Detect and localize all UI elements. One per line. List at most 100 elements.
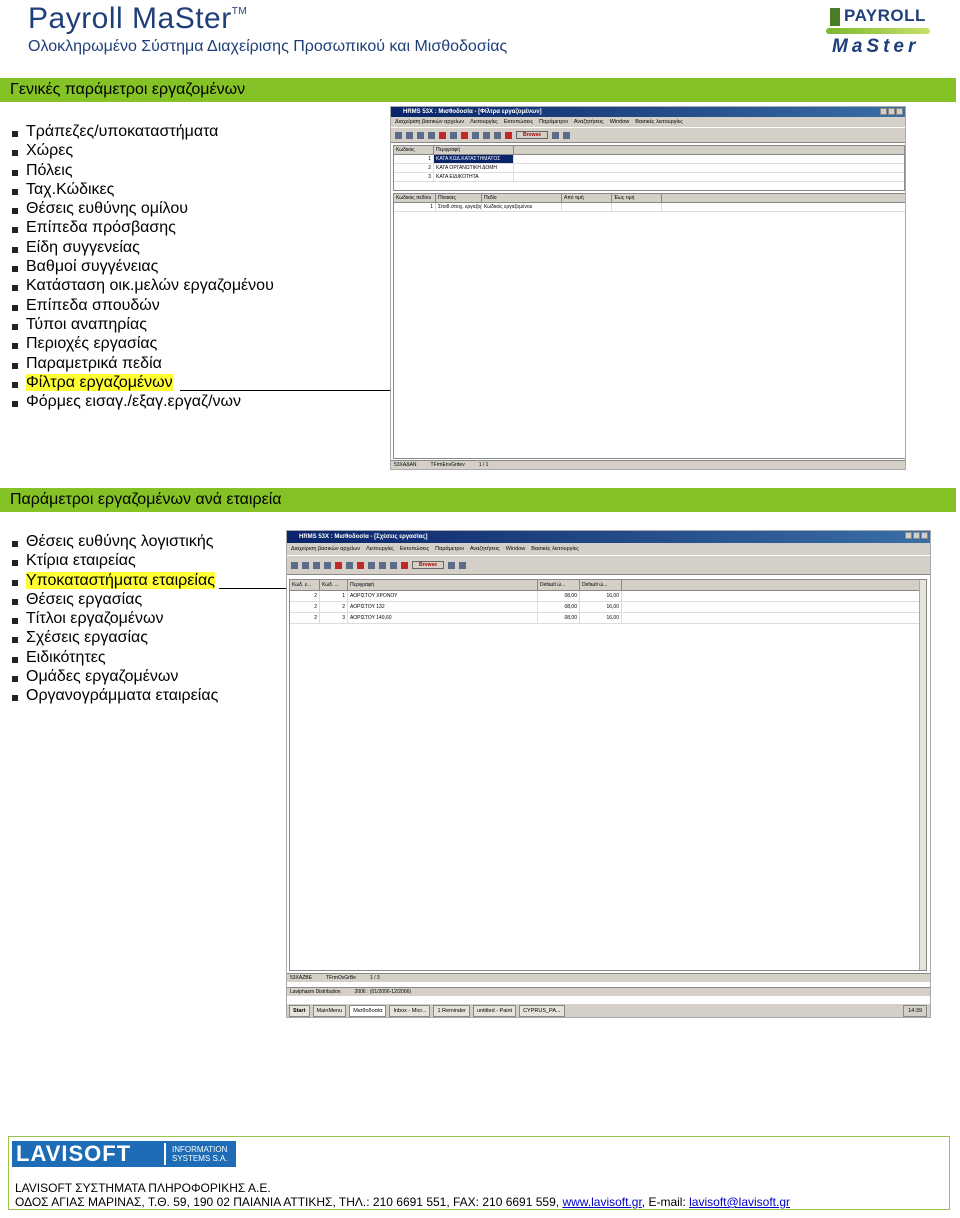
- table-row[interactable]: 1 Στοιθ.στοιχ. εργαζομέ Κωδικός εργαζομένο…: [394, 203, 905, 212]
- website-link[interactable]: www.lavisoft.gr: [562, 1195, 641, 1209]
- browse-button[interactable]: Browse: [516, 131, 549, 139]
- minimize-icon[interactable]: [905, 532, 912, 539]
- list-item[interactable]: Ομάδες εργαζομένων: [12, 667, 218, 686]
- maximize-icon[interactable]: [888, 108, 895, 115]
- delete-icon[interactable]: [357, 561, 364, 569]
- close-icon[interactable]: [921, 532, 928, 539]
- column-header[interactable]: Έως τιμή: [612, 194, 662, 202]
- calc-icon[interactable]: [448, 561, 456, 569]
- vertical-scrollbar[interactable]: [919, 580, 926, 970]
- save-icon[interactable]: [459, 561, 467, 569]
- table-row[interactable]: 2 ΚΑΤΑ ΟΡΓΑΝΩΤΙΚΗ ΔΟΜΗ: [394, 164, 904, 173]
- column-header[interactable]: Περιγραφή: [434, 146, 514, 154]
- menu-item[interactable]: Αναζητήσεις: [470, 546, 500, 552]
- last-record-icon[interactable]: [428, 131, 435, 139]
- print-icon[interactable]: [390, 561, 397, 569]
- list-item[interactable]: Βαθμοί συγγένειας: [12, 257, 274, 276]
- list-item[interactable]: Κτίρια εταιρείας: [12, 551, 218, 570]
- table-row[interactable]: 2 2 ΑΟΡΙΣΤΟΥ 132 08,00 16,00: [290, 602, 926, 613]
- menu-item[interactable]: Window: [506, 546, 526, 552]
- list-item[interactable]: Τύποι αναπηρίας: [12, 315, 274, 334]
- start-button[interactable]: Start: [289, 1004, 310, 1017]
- list-item[interactable]: Υποκαταστήματα εταιρείας: [12, 571, 218, 590]
- column-header[interactable]: Κωδικός πεδίου: [394, 194, 436, 202]
- table-row[interactable]: 3 ΚΑΤΑ ΕΙΔΙΚΟΤΗΤΑ: [394, 173, 904, 182]
- table-row[interactable]: 2 3 ΑΟΡΙΣΤΟΥ 149,60 08,00 16,00: [290, 613, 926, 624]
- column-header[interactable]: Πεδίο: [482, 194, 562, 202]
- list-item[interactable]: Σχέσεις εργασίας: [12, 628, 218, 647]
- list-item[interactable]: Κατάσταση οικ.μελών εργαζομένου: [12, 276, 274, 295]
- menu-item[interactable]: Window: [610, 119, 630, 125]
- list-item[interactable]: Είδη συγγενείας: [12, 238, 274, 257]
- add-icon[interactable]: [439, 131, 446, 139]
- stop-icon[interactable]: [401, 561, 408, 569]
- list-item[interactable]: Φόρμες εισαγ./εξαγ.εργαζ/νων: [12, 392, 274, 411]
- prev-record-icon[interactable]: [406, 131, 413, 139]
- taskbar-item[interactable]: CYPRUS_PA...: [519, 1004, 565, 1017]
- column-header[interactable]: Από τιμή: [562, 194, 612, 202]
- add-icon[interactable]: [335, 561, 342, 569]
- column-header[interactable]: Κωδ. ...: [320, 580, 348, 590]
- list-item[interactable]: Ειδικότητες: [12, 648, 218, 667]
- refresh-icon[interactable]: [346, 561, 353, 569]
- first-record-icon[interactable]: [395, 131, 402, 139]
- list-item[interactable]: Τράπεζες/υποκαταστήματα: [12, 122, 274, 141]
- undo-icon[interactable]: [472, 131, 479, 139]
- menu-item[interactable]: Αναζητήσεις: [574, 119, 604, 125]
- column-header[interactable]: Κωδ. ε...: [290, 580, 320, 590]
- table-row[interactable]: 2 1 ΑΟΡΙΣΤΟΥ ΧΡΟΝΟΥ 08,00 16,00: [290, 591, 926, 602]
- next-record-icon[interactable]: [313, 561, 320, 569]
- list-item[interactable]: Πόλεις: [12, 161, 274, 180]
- taskbar-item[interactable]: untitled - Paint: [472, 1004, 517, 1017]
- calc-icon[interactable]: [552, 131, 560, 139]
- close-icon[interactable]: [896, 108, 903, 115]
- menu-item[interactable]: Διαχείριση βασικών αρχείων: [291, 546, 360, 552]
- column-header[interactable]: Πίνακας: [436, 194, 482, 202]
- menu-item[interactable]: Λειτουργίες: [470, 119, 498, 125]
- email-link[interactable]: lavisoft@lavisoft.gr: [689, 1195, 790, 1209]
- list-item[interactable]: Επίπεδα πρόσβασης: [12, 218, 274, 237]
- list-item[interactable]: Χώρες: [12, 141, 274, 160]
- maximize-icon[interactable]: [913, 532, 920, 539]
- list-item[interactable]: Θέσεις ευθύνης λογιστικής: [12, 532, 218, 551]
- refresh-icon[interactable]: [450, 131, 457, 139]
- list-item[interactable]: Ταχ.Κώδικες: [12, 180, 274, 199]
- list-item[interactable]: Θέσεις εργασίας: [12, 590, 218, 609]
- taskbar-item[interactable]: MainMenu: [312, 1004, 347, 1017]
- list-item[interactable]: Επίπεδα σπουδών: [12, 296, 274, 315]
- last-record-icon[interactable]: [324, 561, 331, 569]
- search-icon[interactable]: [379, 561, 386, 569]
- undo-icon[interactable]: [368, 561, 375, 569]
- menu-item[interactable]: Παράμετροι: [435, 546, 464, 552]
- menu-item[interactable]: Λειτουργίες: [366, 546, 394, 552]
- delete-icon[interactable]: [461, 131, 468, 139]
- list-item[interactable]: Περιοχές εργασίας: [12, 334, 274, 353]
- menu-item[interactable]: Παράμετροι: [539, 119, 568, 125]
- menu-item[interactable]: Διαχείριση βασικών αρχείων: [395, 119, 464, 125]
- list-item[interactable]: Τίτλοι εργαζομένων: [12, 609, 218, 628]
- minimize-icon[interactable]: [880, 108, 887, 115]
- taskbar-item[interactable]: Inbox - Micr...: [389, 1004, 431, 1017]
- prev-record-icon[interactable]: [302, 561, 309, 569]
- next-record-icon[interactable]: [417, 131, 424, 139]
- stop-icon[interactable]: [505, 131, 512, 139]
- first-record-icon[interactable]: [291, 561, 298, 569]
- print-icon[interactable]: [494, 131, 501, 139]
- table-row[interactable]: 1 ΚΑΤΑ ΚΩΔ.ΚΑΤΑΣΤΗΜΑΤΟΣ: [394, 155, 904, 164]
- column-header[interactable]: Default ώ...: [580, 580, 622, 590]
- list-item[interactable]: Παραμετρικά πεδία: [12, 354, 274, 373]
- taskbar-item[interactable]: 1 Reminder: [433, 1004, 470, 1017]
- list-item[interactable]: Θέσεις ευθύνης ομίλου: [12, 199, 274, 218]
- column-header[interactable]: Περιγραφή: [348, 580, 538, 590]
- list-item[interactable]: Οργανογράμματα εταιρείας: [12, 686, 218, 705]
- save-icon[interactable]: [563, 131, 571, 139]
- column-header[interactable]: Default ώ...: [538, 580, 580, 590]
- menu-item[interactable]: Εκτυπώσεις: [400, 546, 429, 552]
- taskbar-item[interactable]: Μισθοδοσία: [349, 1004, 387, 1017]
- menu-item[interactable]: Εκτυπώσεις: [504, 119, 533, 125]
- search-icon[interactable]: [483, 131, 490, 139]
- column-header[interactable]: Κωδικός: [394, 146, 434, 154]
- browse-button[interactable]: Browse: [412, 561, 445, 569]
- menu-item[interactable]: Βασικές λειτουργίες: [635, 119, 683, 125]
- menu-item[interactable]: Βασικές λειτουργίες: [531, 546, 579, 552]
